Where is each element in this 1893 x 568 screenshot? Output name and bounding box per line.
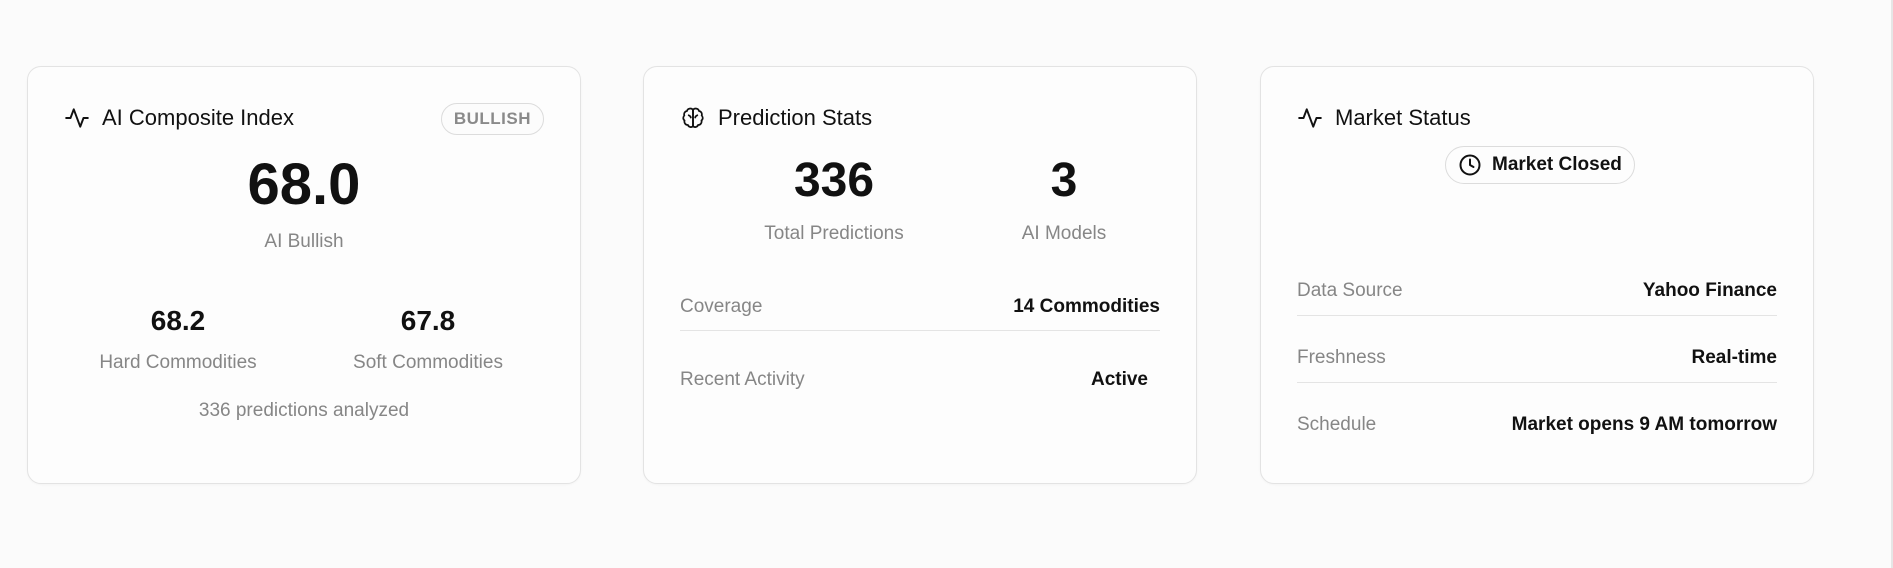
prediction-stats-card: Prediction Stats 336 Total Predictions 3… (643, 66, 1197, 484)
soft-commodities-value: 67.8 (400, 305, 456, 336)
card-header: Prediction Stats (680, 105, 872, 131)
data-source-row: Data Source Yahoo Finance (1297, 270, 1777, 312)
schedule-row: Schedule Market opens 9 AM tomorrow (1297, 404, 1777, 446)
composite-value-label: AI Bullish (264, 231, 344, 252)
activity-icon (1298, 108, 1322, 128)
market-status-text: Market Closed (1492, 154, 1622, 175)
recent-activity-value: Active (1090, 369, 1148, 390)
clock-icon (1459, 154, 1481, 176)
ai-models-label: AI Models (1021, 223, 1107, 244)
brain-icon (682, 107, 704, 128)
ai-composite-index-card: AI Composite Index BULLISH 68.0 AI Bulli… (27, 66, 581, 484)
divider (1297, 315, 1777, 316)
divider (1297, 382, 1777, 383)
card-header: AI Composite Index (64, 105, 294, 131)
total-predictions-label: Total Predictions (764, 223, 904, 244)
data-source-value: Yahoo Finance (1642, 280, 1777, 301)
predictions-analyzed-text: 336 predictions analyzed (198, 400, 410, 421)
schedule-value: Market opens 9 AM tomorrow (1511, 414, 1777, 435)
hard-commodities-label: Hard Commodities (99, 352, 257, 373)
card-title: Market Status (1335, 105, 1471, 130)
composite-value: 68.0 (247, 152, 361, 217)
coverage-value: 14 Commodities (1013, 296, 1160, 317)
freshness-row: Freshness Real-time (1297, 337, 1777, 379)
recent-activity-row: Recent Activity Active (680, 359, 1148, 401)
soft-commodities-label: Soft Commodities (353, 352, 503, 373)
sentiment-badge: BULLISH (440, 103, 544, 135)
divider (680, 330, 1160, 331)
freshness-value: Real-time (1691, 347, 1777, 368)
schedule-key: Schedule (1297, 414, 1377, 435)
card-title: Prediction Stats (718, 105, 873, 130)
activity-icon (65, 108, 89, 128)
card-header: Market Status (1297, 105, 1471, 131)
coverage-row: Coverage 14 Commodities (680, 286, 1160, 328)
data-source-key: Data Source (1297, 280, 1403, 301)
freshness-key: Freshness (1297, 347, 1386, 368)
market-status-card: Market Status Market Closed Data Source … (1260, 66, 1814, 484)
market-status-pill: Market Closed (1445, 146, 1635, 184)
hard-commodities-value: 68.2 (150, 305, 206, 336)
recent-activity-key: Recent Activity (680, 369, 805, 390)
total-predictions-value: 336 (793, 154, 875, 207)
coverage-key: Coverage (680, 296, 763, 317)
ai-models-value: 3 (1050, 154, 1078, 207)
card-title: AI Composite Index (102, 105, 294, 130)
